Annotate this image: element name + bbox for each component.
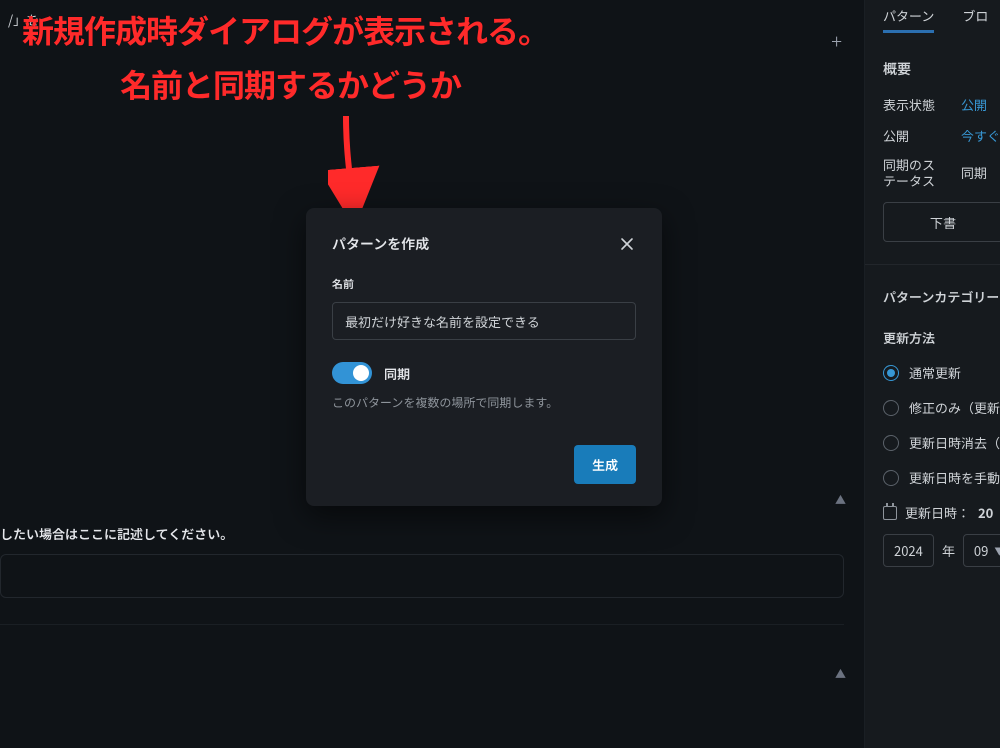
visibility-row[interactable]: 表示状態 公開 xyxy=(883,95,1000,114)
pattern-name-input[interactable] xyxy=(332,302,636,340)
add-block-button[interactable]: + xyxy=(831,26,842,55)
year-value: 2024 xyxy=(894,541,923,560)
annotation-arrow xyxy=(328,112,392,212)
description-input[interactable] xyxy=(0,554,844,598)
radio-label: 修正のみ（更新日 xyxy=(909,398,1000,417)
visibility-value: 公開 xyxy=(961,95,987,114)
close-button[interactable] xyxy=(618,235,636,253)
settings-sidebar: パターン ブロ 概要 表示状態 公開 公開 今すぐ 同期のステータス 同期 下書… xyxy=(864,0,1000,748)
sync-toggle-label: 同期 xyxy=(384,364,410,383)
sync-status-value: 同期 xyxy=(961,163,987,182)
calendar-icon xyxy=(883,506,897,520)
description-hint: したい場合はここに記述してください。 xyxy=(0,524,233,543)
canvas-bottom-area: ▲ したい場合はここに記述してください。 ▲ xyxy=(0,496,864,748)
sync-status-key: 同期のステータス xyxy=(883,157,939,188)
name-label: 名前 xyxy=(332,276,636,292)
close-icon xyxy=(619,236,635,252)
toggle-knob-icon xyxy=(353,365,369,381)
create-pattern-dialog: パターンを作成 名前 同期 このパターンを複数の場所で同期します。 生成 xyxy=(306,208,662,506)
update-option-normal[interactable]: 通常更新 xyxy=(883,363,1000,382)
save-draft-button[interactable]: 下書 xyxy=(883,202,1000,242)
update-date-value: 20 xyxy=(978,503,993,522)
sync-status-row[interactable]: 同期のステータス 同期 xyxy=(883,157,1000,188)
annotation-line-1: 新規作成時ダイアログが表示される。 xyxy=(22,10,549,52)
year-select[interactable]: 2024 xyxy=(883,534,934,567)
pattern-category-heading: パターンカテゴリー xyxy=(883,287,1000,306)
publish-key: 公開 xyxy=(883,126,939,145)
create-button[interactable]: 生成 xyxy=(574,445,636,484)
radio-icon xyxy=(883,470,899,486)
radio-icon xyxy=(883,365,899,381)
sync-toggle[interactable] xyxy=(332,362,372,384)
month-select[interactable]: 09 ▼ xyxy=(963,534,1000,567)
radio-icon xyxy=(883,435,899,451)
tab-pattern[interactable]: パターン xyxy=(883,6,934,25)
radio-label: 更新日時を手動 xyxy=(909,468,1000,487)
update-method-heading: 更新方法 xyxy=(883,328,1000,347)
dialog-title: パターンを作成 xyxy=(332,234,429,254)
publish-row[interactable]: 公開 今すぐ xyxy=(883,126,1000,145)
collapse-chevron-icon[interactable]: ▲ xyxy=(835,666,846,682)
sidebar-divider xyxy=(865,264,1000,265)
annotation-line-2: 名前と同期するかどうか xyxy=(120,60,461,108)
update-date-row: 更新日時： 20 xyxy=(883,503,1000,522)
publish-value: 今すぐ xyxy=(961,126,1000,145)
update-option-erase-timestamp[interactable]: 更新日時消去（ xyxy=(883,433,1000,452)
update-option-fix-only[interactable]: 修正のみ（更新日 xyxy=(883,398,1000,417)
update-date-label: 更新日時： xyxy=(905,503,970,522)
sync-help-text: このパターンを複数の場所で同期します。 xyxy=(332,394,636,411)
radio-label: 更新日時消去（ xyxy=(909,433,1000,452)
chevron-down-icon: ▼ xyxy=(994,543,1000,558)
visibility-key: 表示状態 xyxy=(883,95,939,114)
tab-block[interactable]: ブロ xyxy=(962,6,988,25)
collapse-chevron-icon[interactable]: ▲ xyxy=(835,492,846,508)
update-option-manual-timestamp[interactable]: 更新日時を手動 xyxy=(883,468,1000,487)
radio-icon xyxy=(883,400,899,416)
month-value: 09 xyxy=(974,541,988,560)
block-divider xyxy=(0,624,844,625)
overview-heading: 概要 xyxy=(883,59,1000,79)
editor-canvas: /」を + 新規作成時ダイアログが表示される。 名前と同期するかどうか パターン… xyxy=(0,0,864,748)
radio-label: 通常更新 xyxy=(909,363,961,382)
year-unit: 年 xyxy=(942,541,955,560)
